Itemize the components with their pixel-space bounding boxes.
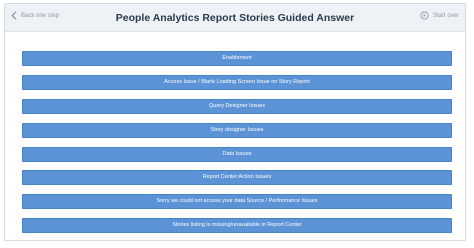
header-bar: Back one step People Analytics Report St… xyxy=(5,4,465,32)
option-data-issues[interactable]: Data Issues xyxy=(22,146,452,162)
page-title: People Analytics Report Stories Guided A… xyxy=(115,12,355,24)
option-query-designer-issues[interactable]: Query Designer Issues xyxy=(22,98,452,114)
start-over-label: Start over xyxy=(432,12,459,19)
start-over-button[interactable]: Start over xyxy=(420,11,459,20)
option-story-designer-issues[interactable]: Story designer Issues xyxy=(22,122,452,138)
option-data-source-performance-issues[interactable]: Sorry we could not access your data Sour… xyxy=(22,194,452,210)
option-stories-listing-missing[interactable]: Stories listing is missing/unavailable i… xyxy=(22,218,452,234)
restart-icon xyxy=(420,11,429,20)
option-enablement[interactable]: Enablement xyxy=(22,51,452,66)
option-report-center-action-issues[interactable]: Report Center Action Issues xyxy=(22,170,452,186)
guided-answer-panel: Back one step People Analytics Report St… xyxy=(4,3,466,241)
answer-options-list: Enablement Access Issue / Blank Loading … xyxy=(22,51,452,240)
option-access-issue[interactable]: Access Issue / Blank Loading Screen Issu… xyxy=(22,74,452,90)
